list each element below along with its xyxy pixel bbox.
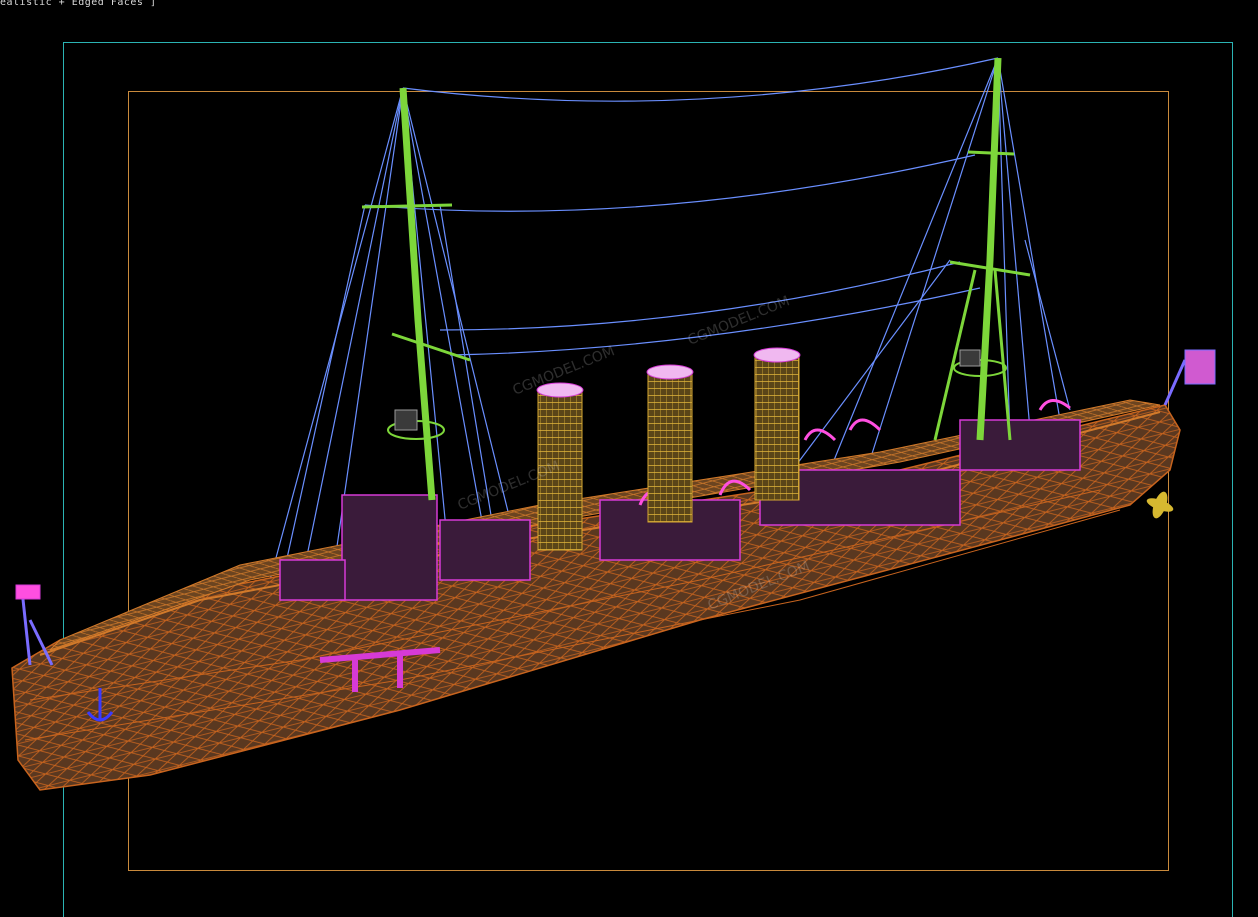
flag-icon: [15, 584, 41, 600]
mast-main: [933, 57, 1031, 441]
bow-jack: [15, 584, 54, 666]
funnel-middle: [646, 364, 694, 523]
flag-icon: [1184, 349, 1216, 385]
svg-text:CGMODEL.COM: CGMODEL.COM: [686, 293, 793, 348]
3d-viewport[interactable]: ealistic + Edged Faces ] CGMODEL.COM CGM…: [0, 0, 1258, 917]
funnel-aft: [753, 347, 801, 501]
stern-ensign: [1163, 349, 1216, 406]
ship-wireframe-model[interactable]: CGMODEL.COM CGMODEL.COM CGMODEL.COM CGMO…: [0, 0, 1258, 917]
propeller-icon: [1146, 491, 1174, 519]
